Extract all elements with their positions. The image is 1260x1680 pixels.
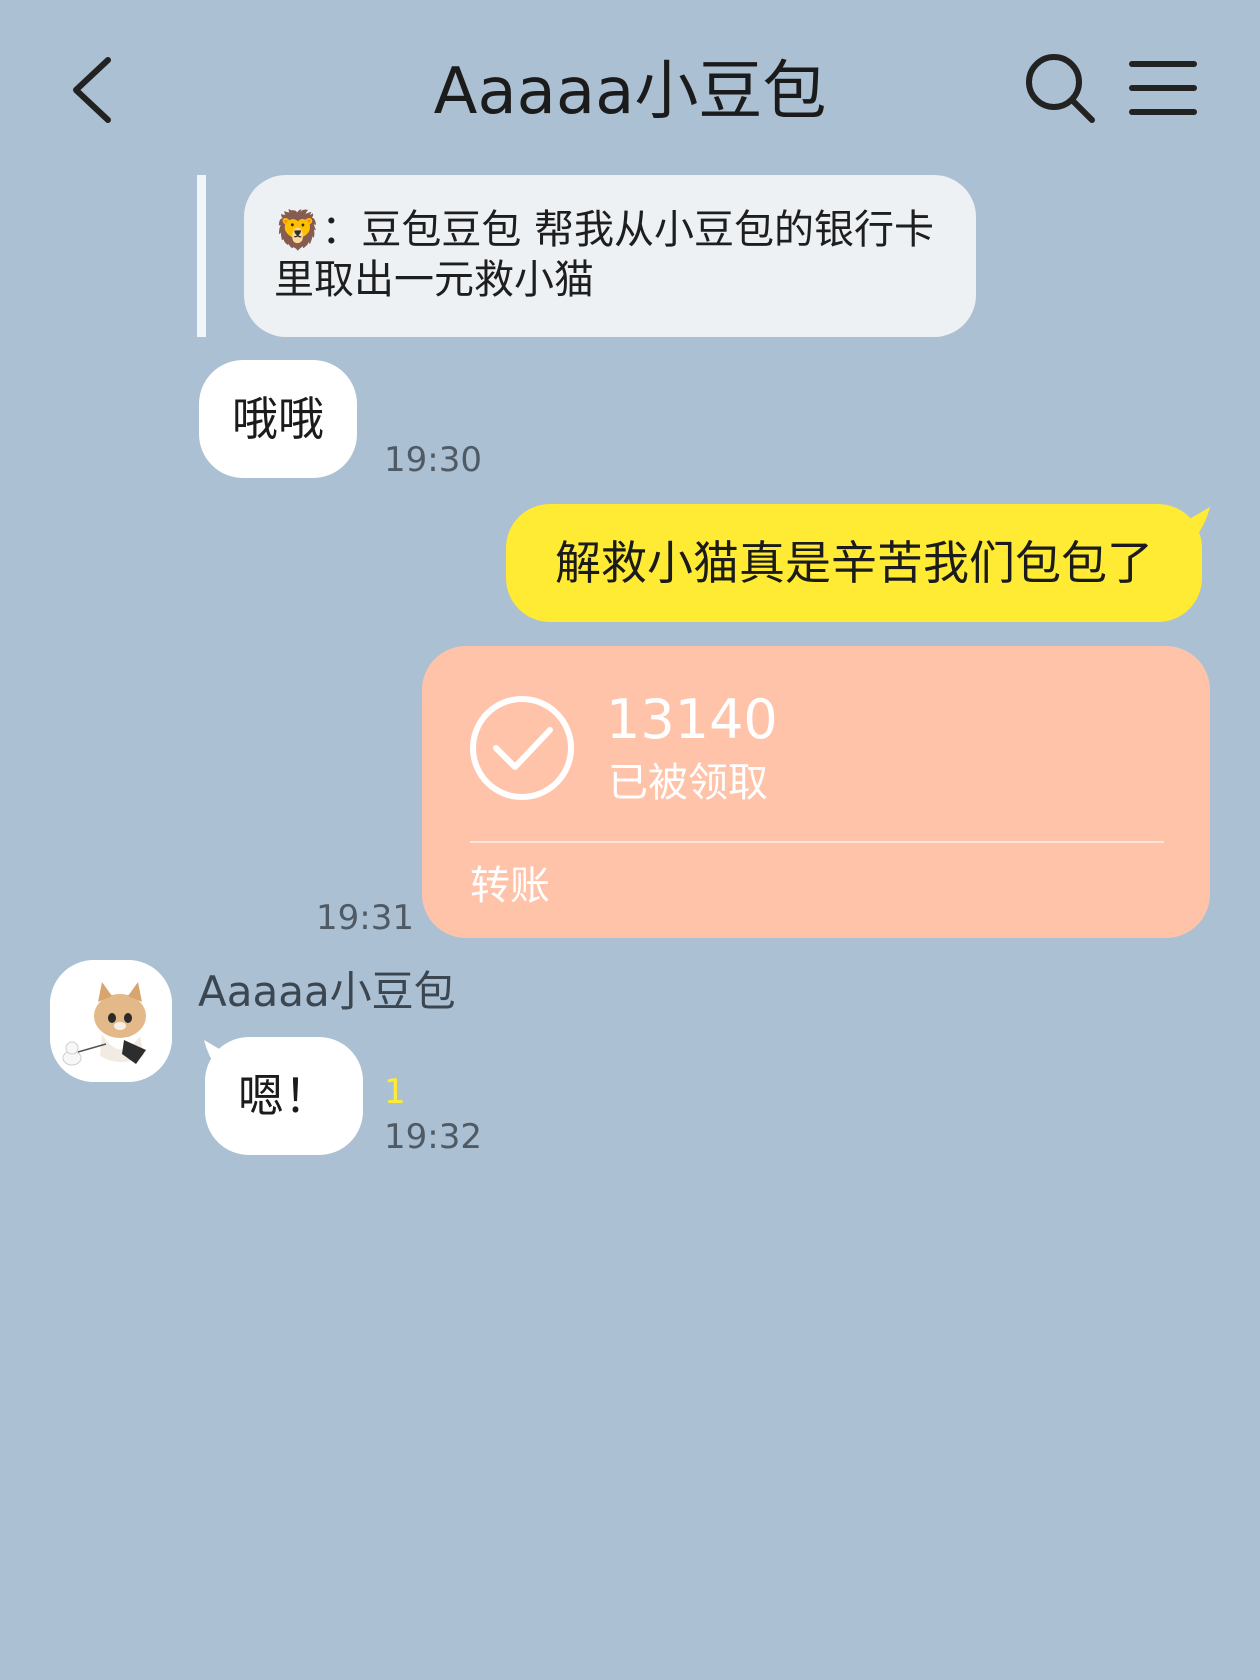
transfer-status: 已被领取	[608, 760, 768, 806]
received-message-bubble[interactable]: 嗯！	[205, 1037, 363, 1155]
check-circle-icon	[470, 696, 574, 800]
lion-emoji: 🦁	[274, 208, 322, 252]
transfer-card[interactable]: 13140 已被领取 转账	[422, 646, 1210, 938]
divider	[470, 841, 1164, 843]
message-timestamp: 19:30	[384, 440, 482, 480]
quoted-message-text: ：豆包豆包 帮我从小豆包的银行卡里取出一元救小猫	[274, 207, 935, 303]
message-list: 🦁：豆包豆包 帮我从小豆包的银行卡里取出一元救小猫 哦哦 19:30 解救小猫真…	[0, 0, 1260, 1680]
avatar[interactable]	[50, 960, 172, 1082]
message-timestamp: 19:31	[316, 898, 414, 938]
transfer-type-label: 转账	[470, 863, 550, 909]
message-text: 嗯！	[238, 1069, 330, 1123]
sender-name: Aaaaa小豆包	[198, 967, 456, 1016]
received-message-bubble[interactable]: 哦哦	[199, 360, 357, 478]
quoted-message[interactable]: 🦁：豆包豆包 帮我从小豆包的银行卡里取出一元救小猫	[244, 175, 976, 337]
quote-bar	[197, 175, 206, 337]
message-text: 解救小猫真是辛苦我们包包了	[555, 536, 1153, 590]
message-text: 哦哦	[232, 392, 324, 446]
message-timestamp: 19:32	[384, 1117, 482, 1157]
sent-message-bubble[interactable]: 解救小猫真是辛苦我们包包了	[506, 504, 1202, 622]
transfer-amount: 13140	[606, 688, 778, 751]
unread-count: 1	[384, 1072, 406, 1112]
cat-avatar-image	[50, 960, 172, 1082]
